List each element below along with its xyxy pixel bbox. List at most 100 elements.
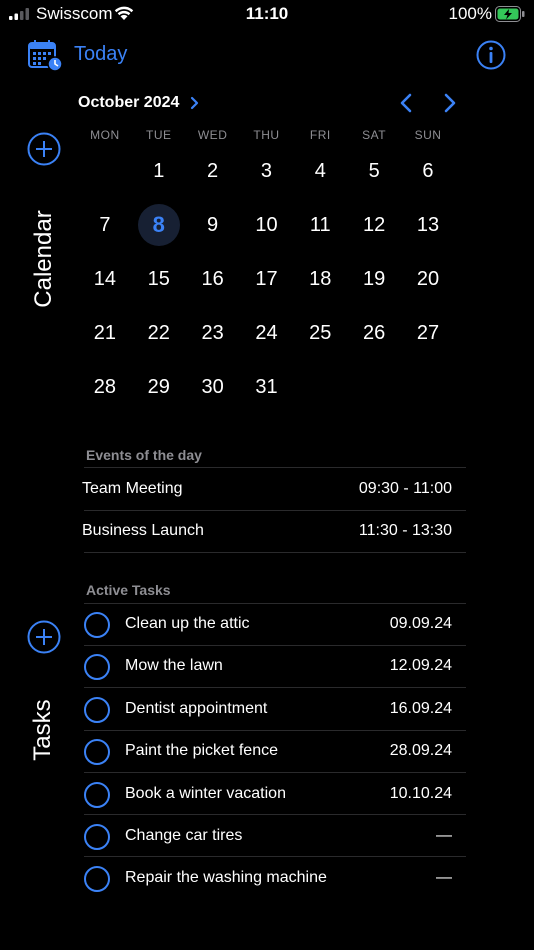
calendar-day-number: 25	[309, 321, 332, 344]
calendar-day-selected[interactable]: 8	[132, 198, 186, 252]
calendar-day[interactable]: 24	[240, 306, 294, 360]
calendar-day[interactable]: 13	[401, 198, 455, 252]
weekday-label: FRI	[309, 128, 331, 142]
task-row[interactable]: Dentist appointment 16.09.24	[82, 688, 452, 730]
calendar-grid: 1 2 3 4 5 6 7 8 9 10 11 12 13 14 15 16 17 18 19 20 21 22 23 24 2…	[78, 144, 455, 414]
event-name: Team Meeting	[82, 480, 183, 497]
chevron-right-icon[interactable]	[189, 96, 201, 110]
calendar-day-number: 2	[207, 159, 219, 182]
month-title[interactable]: October 2024	[78, 94, 179, 112]
calendar-day[interactable]: 26	[347, 306, 401, 360]
event-time: 09:30 - 11:00	[358, 480, 452, 497]
calendar-day[interactable]: 25	[293, 306, 347, 360]
calendar-side-label: Calendar	[30, 210, 57, 308]
calendar-day[interactable]: 14	[78, 252, 132, 306]
events-section-title: Events of the day	[86, 447, 202, 463]
task-due-date: 10.10.24	[389, 785, 452, 802]
calendar-day[interactable]: 5	[347, 144, 401, 198]
calendar-day-number: 18	[309, 267, 332, 290]
today-button[interactable]: Today	[74, 43, 127, 66]
calendar-day[interactable]: 12	[347, 198, 401, 252]
calendar-day[interactable]: 7	[78, 198, 132, 252]
task-due-date: —	[436, 869, 452, 886]
calendar-day[interactable]: 21	[78, 306, 132, 360]
task-checkbox-circle-icon[interactable]	[84, 782, 110, 808]
calendar-day-number: 7	[99, 213, 111, 236]
task-row[interactable]: Book a winter vacation 10.10.24	[82, 773, 452, 815]
calendar-day[interactable]: 28	[78, 360, 132, 414]
status-bar: Swisscom 11:10 100%	[0, 0, 534, 28]
calendar-day-number: 15	[147, 267, 170, 290]
event-row[interactable]: Team Meeting 09:30 - 11:00	[82, 468, 452, 510]
battery-charging-icon	[495, 6, 525, 22]
calendar-day-number: 9	[207, 213, 219, 236]
calendar-day-number: 6	[422, 159, 434, 182]
task-checkbox-circle-icon[interactable]	[84, 654, 110, 680]
event-name: Business Launch	[82, 522, 204, 539]
calendar-day[interactable]: 11	[293, 198, 347, 252]
calendar-day-number: 4	[314, 159, 326, 182]
calendar-day-number: 12	[363, 213, 386, 236]
calendar-day-number: 22	[147, 321, 170, 344]
calendar-day[interactable]: 29	[132, 360, 186, 414]
task-name: Paint the picket fence	[125, 742, 278, 759]
calendar-day[interactable]: 16	[186, 252, 240, 306]
calendar-day[interactable]: 22	[132, 306, 186, 360]
task-checkbox-circle-icon[interactable]	[84, 612, 110, 638]
task-due-date: 28.09.24	[389, 742, 452, 759]
calendar-day[interactable]: 19	[347, 252, 401, 306]
calendar-day-number: 8	[137, 204, 180, 246]
calendar-day[interactable]: 27	[401, 306, 455, 360]
calendar-clock-icon[interactable]	[28, 40, 64, 72]
weekday-header: MON TUE WED THU FRI SAT SUN	[78, 128, 455, 142]
add-event-plus-icon[interactable]	[27, 132, 61, 166]
next-month-button[interactable]	[440, 92, 460, 114]
task-checkbox-circle-icon[interactable]	[84, 697, 110, 723]
calendar-day-number: 29	[147, 375, 170, 398]
calendar-day[interactable]: 3	[240, 144, 294, 198]
task-due-date: 09.09.24	[389, 615, 452, 632]
calendar-day[interactable]: 1	[132, 144, 186, 198]
calendar-day-number: 31	[255, 375, 278, 398]
divider	[84, 552, 466, 553]
add-task-plus-icon[interactable]	[27, 620, 61, 654]
event-row[interactable]: Business Launch 11:30 - 13:30	[82, 510, 452, 552]
calendar-day-number: 3	[260, 159, 273, 182]
calendar-day[interactable]: 9	[186, 198, 240, 252]
calendar-day-number: 26	[363, 321, 386, 344]
calendar-day[interactable]: 20	[401, 252, 455, 306]
task-row[interactable]: Clean up the attic 09.09.24	[82, 603, 452, 645]
calendar-day-number: 30	[201, 375, 224, 398]
task-name: Mow the lawn	[125, 657, 223, 674]
calendar-day[interactable]: 18	[293, 252, 347, 306]
calendar-day[interactable]: 4	[293, 144, 347, 198]
task-checkbox-circle-icon[interactable]	[84, 739, 110, 765]
calendar-day[interactable]: 31	[240, 360, 294, 414]
task-checkbox-circle-icon[interactable]	[84, 866, 110, 892]
previous-month-button[interactable]	[396, 92, 416, 114]
task-name: Clean up the attic	[125, 615, 250, 632]
calendar-day[interactable]: 10	[240, 198, 294, 252]
task-due-date: —	[436, 827, 452, 844]
calendar-day-number: 14	[93, 267, 117, 290]
task-due-date: 12.09.24	[389, 657, 452, 674]
calendar-day[interactable]: 2	[186, 144, 240, 198]
battery-percentage: 100%	[448, 4, 492, 23]
calendar-day-number: 13	[416, 213, 440, 236]
info-circle-icon[interactable]	[476, 40, 506, 70]
calendar-empty-cell	[78, 144, 132, 198]
task-row[interactable]: Mow the lawn 12.09.24	[82, 645, 452, 687]
calendar-day[interactable]: 30	[186, 360, 240, 414]
calendar-day[interactable]: 15	[132, 252, 186, 306]
calendar-day[interactable]: 17	[240, 252, 294, 306]
weekday-label: THU	[253, 128, 280, 142]
task-row[interactable]: Paint the picket fence 28.09.24	[82, 730, 452, 772]
calendar-day[interactable]: 6	[401, 144, 455, 198]
task-due-date: 16.09.24	[389, 700, 452, 717]
calendar-day-number: 11	[309, 213, 331, 236]
calendar-day[interactable]: 23	[186, 306, 240, 360]
task-checkbox-circle-icon[interactable]	[84, 824, 110, 850]
task-row[interactable]: Change car tires —	[82, 815, 452, 857]
calendar-day-number: 1	[153, 159, 165, 182]
task-row[interactable]: Repair the washing machine —	[82, 857, 452, 899]
